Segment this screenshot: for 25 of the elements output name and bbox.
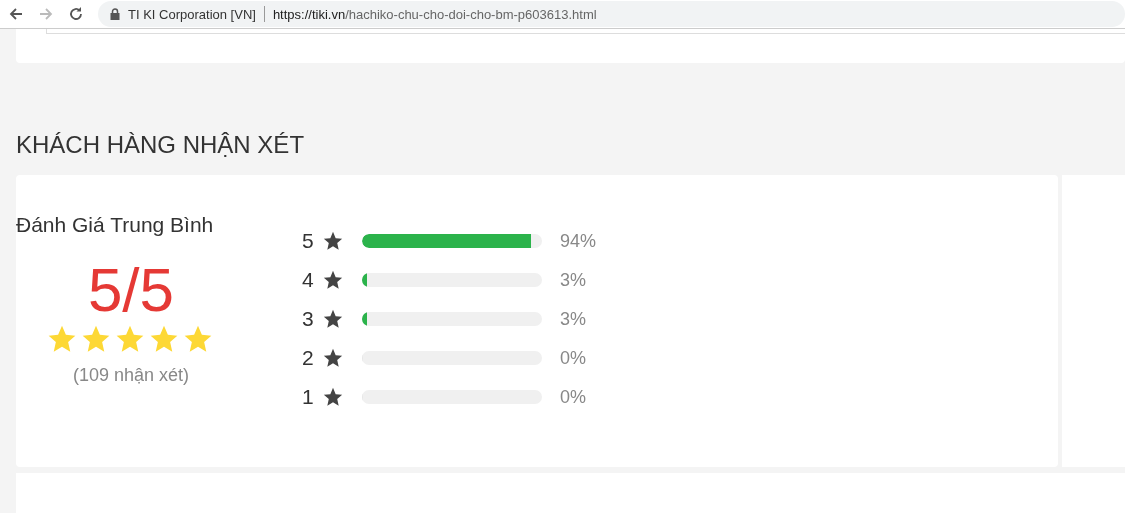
- star-icon: [322, 230, 344, 252]
- rating-percent: 0%: [560, 347, 586, 369]
- rating-number: 3: [302, 307, 315, 331]
- url-text: https://tiki.vn/hachiko-chu-cho-doi-cho-bm-p603613.html: [272, 6, 597, 22]
- average-score: 5/5: [86, 257, 176, 323]
- rating-percent: 3%: [560, 308, 586, 330]
- back-icon[interactable]: [8, 6, 24, 22]
- rating-number: 4: [302, 268, 315, 292]
- address-bar[interactable]: TI KI Corporation [VN] https://tiki.vn/hachiko-chu-cho-doi-cho-bm-p603613.html: [98, 1, 1125, 27]
- star-icon: [322, 386, 344, 408]
- reload-icon[interactable]: [68, 6, 84, 22]
- site-name: TI KI Corporation [VN]: [128, 6, 256, 22]
- rating-number: 5: [302, 229, 315, 253]
- rating-percent: 0%: [560, 386, 586, 408]
- rating-number: 1: [302, 385, 315, 409]
- rating-number: 2: [302, 346, 315, 370]
- rating-percent: 3%: [560, 269, 586, 291]
- lock-icon: [110, 8, 120, 20]
- star-icon: [322, 347, 344, 369]
- review-count: (109 nhận xét): [71, 365, 191, 386]
- rating-percent: 94%: [560, 230, 597, 252]
- average-rating-label: Đánh Giá Trung Bình: [16, 213, 214, 237]
- section-heading: KHÁCH HÀNG NHẬN XÉT: [16, 130, 306, 160]
- star-icon: [322, 269, 344, 291]
- star-icon: [322, 308, 344, 330]
